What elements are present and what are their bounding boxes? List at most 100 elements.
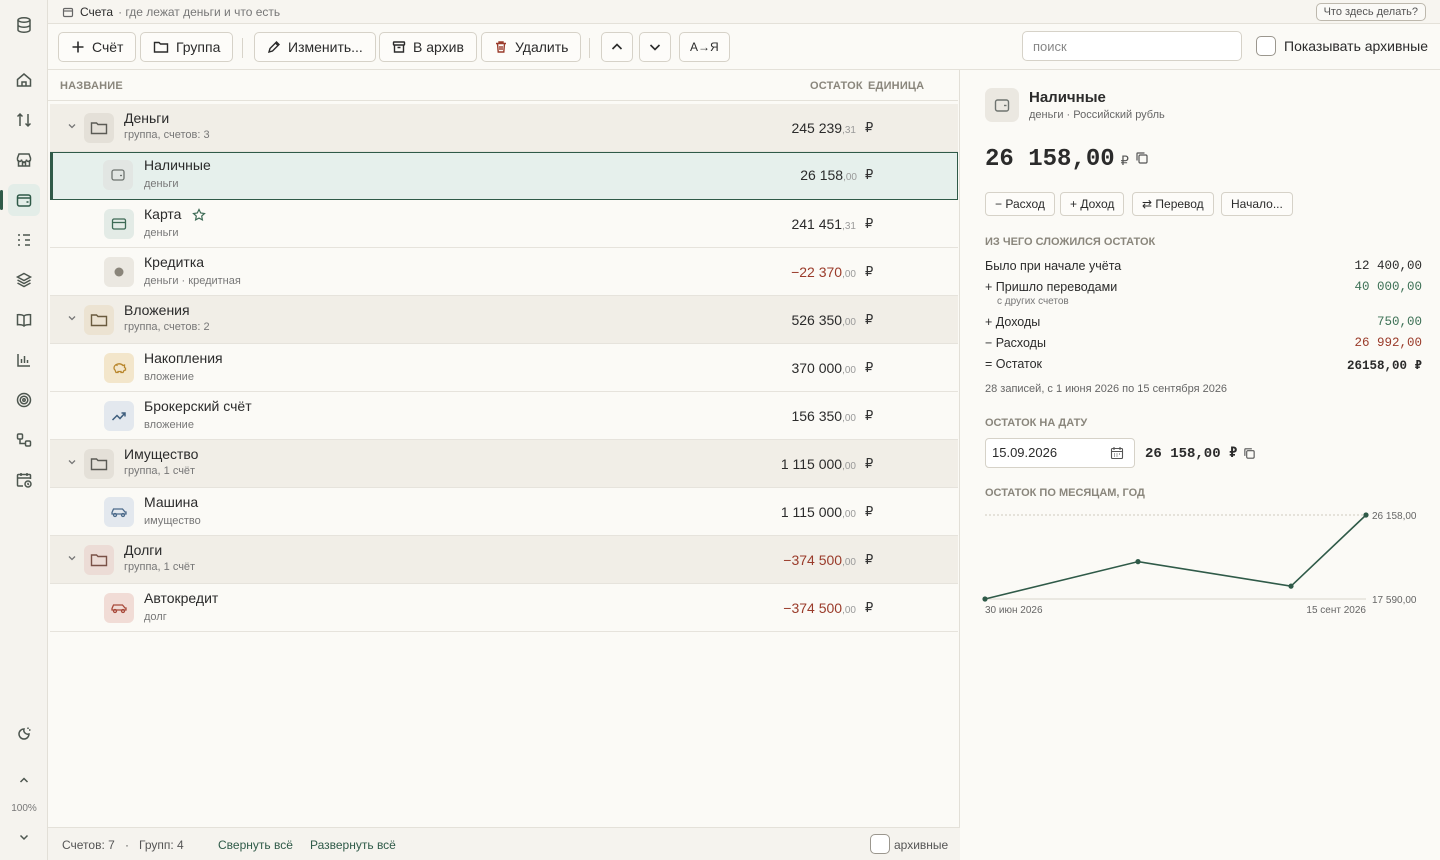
group-row-property[interactable]: Имущество группа, 1 счёт 1 115 000,00 ₽ [50,440,958,488]
start-balance-button[interactable]: Начало... [1221,192,1293,216]
group-row-debts[interactable]: Долги группа, 1 счёт −374 500,00 ₽ [50,536,958,584]
row-unit: ₽ [865,408,874,423]
show-archived-checkbox[interactable] [1256,36,1276,56]
account-row-car[interactable]: Машина имущество 1 115 000,00 ₽ [50,488,958,536]
row-amount: 241 451,31 [791,216,856,232]
wallet-icon [985,88,1019,122]
row-subtitle: вложение [144,371,194,383]
balance-value: 26 158,00 [985,146,1115,173]
database-icon[interactable] [8,9,40,41]
chart-y-label-max: 26 158,00 [1372,511,1417,522]
rules-icon[interactable] [8,424,40,456]
column-unit[interactable]: ЕДИНИЦА [868,80,924,92]
copy-icon[interactable] [1243,447,1256,460]
account-row-card[interactable]: Карта деньги 241 451,31 ₽ [50,200,958,248]
add-account-button[interactable]: Счёт [58,32,137,62]
home-icon[interactable] [8,64,40,96]
delete-button[interactable]: Удалить [481,32,582,62]
archive-button[interactable]: В архив [379,32,477,62]
row-amount: 156 350,00 [791,408,856,424]
copy-icon[interactable] [1135,151,1149,165]
account-row-car-loan[interactable]: Автокредит долг −374 500,00 ₽ [50,584,958,632]
column-name[interactable]: НАЗВАНИЕ [60,80,123,92]
row-unit: ₽ [865,360,874,375]
edit-button[interactable]: Изменить... [254,32,376,62]
add-group-button[interactable]: Группа [140,32,234,62]
chart-title: ОСТАТОК ПО МЕСЯЦАМ, ГОД [985,487,1145,499]
add-group-label: Группа [176,39,221,55]
row-name: Машина [144,494,199,510]
transactions-icon[interactable] [8,104,40,136]
row-unit: ₽ [865,552,874,567]
row-amount: 1 115 000,00 [780,504,856,520]
date-value: 15.09.2026 [992,445,1058,460]
store-icon[interactable] [8,144,40,176]
income-button[interactable]: + Доход [1060,192,1125,216]
theme-icon[interactable] [8,718,40,750]
help-button[interactable]: Что здесь делать? [1315,3,1426,21]
row-name: Имущество [124,446,199,462]
balance-chart: 26 158,00 17 590,00 30 июн 2026 15 сент 202… [982,511,1417,616]
row-name: Наличные [144,157,211,173]
row-amount: 245 239,31 [791,120,856,136]
groups-count: Групп: 4 [139,838,184,852]
archived-checkbox[interactable] [870,834,890,854]
date-balance: 26 158,00 ₽ [1145,445,1256,462]
star-icon[interactable] [192,208,206,222]
sort-button[interactable]: А→Я [679,32,730,62]
row-amount: −22 370,00 [791,264,856,280]
expense-button[interactable]: − Расход [985,192,1055,216]
piggy-bank-icon [104,353,134,383]
layers-icon[interactable] [8,264,40,296]
zoom-out-icon[interactable] [8,821,40,853]
show-archived-toggle[interactable]: Показывать архивные [1256,36,1428,56]
chart-series-line [984,514,1367,600]
folder-icon [84,113,114,143]
chevron-down-icon[interactable] [67,121,77,131]
categories-icon[interactable] [8,224,40,256]
folder-icon [84,305,114,335]
pencil-icon [267,40,281,54]
zoom-in-icon[interactable] [8,764,40,796]
account-detail: Наличные деньги · Российский рубль 26 15… [961,70,1440,860]
column-balance[interactable]: ОСТАТОК [810,80,863,92]
row-name: Карта [144,206,182,222]
group-row-money[interactable]: Деньги группа, счетов: 3 245 239,31 ₽ [50,104,958,152]
collapse-all-link[interactable]: Свернуть всё [218,838,293,852]
car-icon [104,497,134,527]
breakdown-title: ИЗ ЧЕГО СЛОЖИЛСЯ ОСТАТОК [985,236,1156,248]
account-row-credit-card[interactable]: Кредитка деньги · кредитная −22 370,00 ₽ [50,248,958,296]
group-row-investments[interactable]: Вложения группа, счетов: 2 526 350,00 ₽ [50,296,958,344]
book-icon[interactable] [8,304,40,336]
card-icon [104,209,134,239]
move-down-button[interactable] [639,32,671,62]
date-field[interactable]: 15.09.2026 [985,438,1135,468]
calendar-icon[interactable] [1110,446,1124,460]
calendar-clock-icon[interactable] [8,464,40,496]
account-row-brokerage[interactable]: Брокерский счёт вложение 156 350,00 ₽ [50,392,958,440]
row-subtitle: группа, 1 счёт [124,561,196,573]
account-row-savings[interactable]: Накопления вложение 370 000,00 ₽ [50,344,958,392]
row-name: Деньги [124,110,170,126]
folder-icon [84,545,114,575]
car-icon [104,593,134,623]
transfer-button[interactable]: ⇄ Перевод [1132,192,1214,216]
wallet-icon[interactable] [0,184,40,216]
detail-balance: 26 158,00 ₽ [985,146,1149,173]
expand-all-link[interactable]: Развернуть всё [310,838,396,852]
records-summary: 28 записей, с 1 июня 2026 по 15 сентября… [985,383,1228,395]
chevron-down-icon[interactable] [67,553,77,563]
chevron-down-icon[interactable] [67,457,77,467]
date-balance-value: 26 158,00 ₽ [1145,446,1238,462]
row-subtitle: долг [144,611,167,623]
chevron-down-icon[interactable] [67,313,77,323]
account-row-cash[interactable]: Наличные деньги 26 158,00 ₽ [50,152,958,200]
breakdown-row-start: Было при начале учёта 12 400,00 [985,259,1422,273]
target-icon[interactable] [8,384,40,416]
move-up-button[interactable] [601,32,633,62]
accounts-count: Счетов: 7 [62,838,115,852]
chart-point [1363,512,1369,518]
row-subtitle: деньги · кредитная [144,275,241,287]
chart-icon[interactable] [8,344,40,376]
search-input[interactable] [1022,31,1242,61]
